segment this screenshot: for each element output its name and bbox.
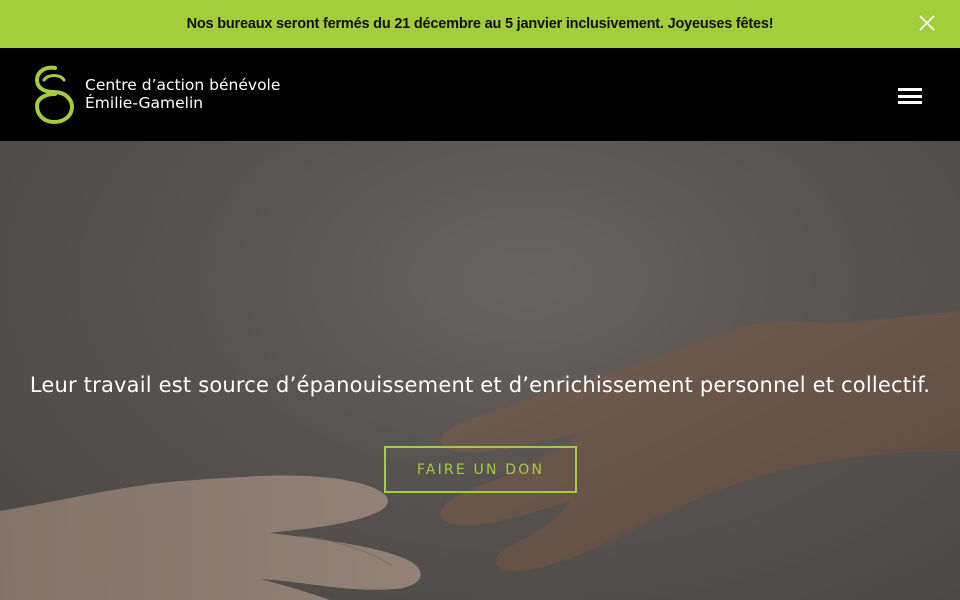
announcement-text: Nos bureaux seront fermés du 21 décembre… [186, 16, 774, 32]
announcement-bar: Nos bureaux seront fermés du 21 décembre… [0, 0, 960, 48]
hamburger-menu-icon[interactable] [898, 88, 922, 104]
logo-line-2: Émilie-Gamelin [85, 94, 204, 112]
hero-tagline: Leur travail est source d’épanouissement… [29, 373, 931, 397]
hero-section: Leur travail est source d’épanouissement… [0, 141, 960, 600]
hero-overlay [0, 141, 960, 600]
logo-text: Centre d’action bénévole Émilie-Gamelin [85, 76, 280, 112]
logo-line-1: Centre d’action bénévole [85, 76, 281, 94]
donate-button[interactable]: FAIRE UN DON [384, 446, 577, 493]
site-header: Centre d’action bénévole Émilie-Gamelin [0, 48, 960, 141]
close-icon[interactable] [918, 14, 936, 32]
logo-mark-icon [34, 65, 75, 125]
site-logo[interactable]: Centre d’action bénévole Émilie-Gamelin [34, 62, 280, 126]
